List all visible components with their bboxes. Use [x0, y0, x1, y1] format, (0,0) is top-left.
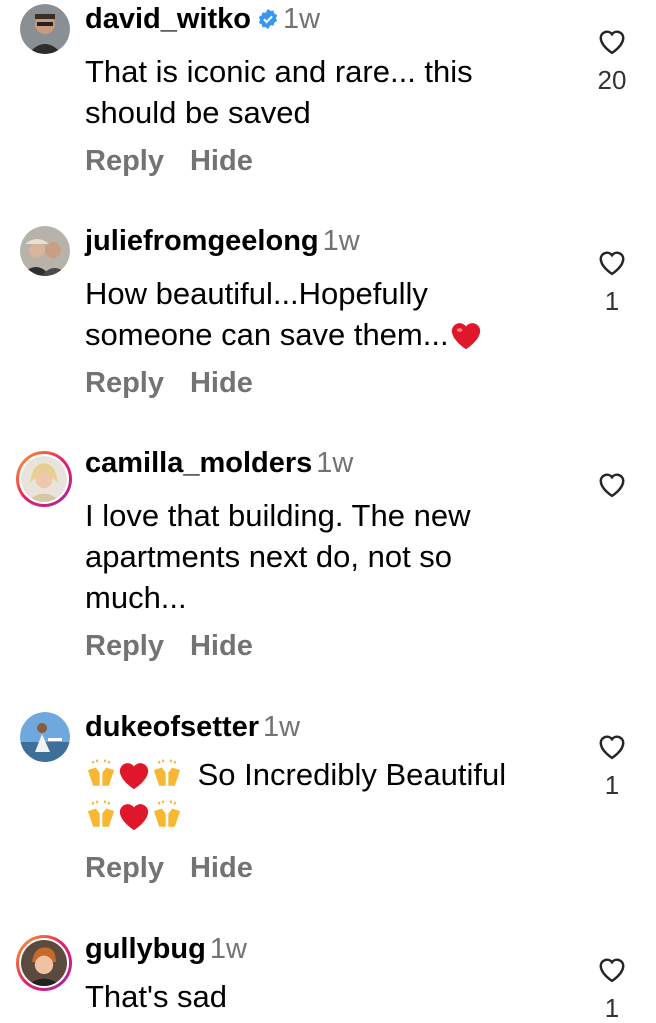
like-count: 1	[604, 286, 620, 316]
comment-actions: Reply Hide	[85, 366, 279, 400]
comment-header: dukeofsetter 1w	[85, 710, 300, 744]
avatar[interactable]	[20, 4, 70, 54]
comment-text: That is iconic and rare... this should b…	[85, 54, 473, 130]
raising-hands-emoji-icon	[153, 759, 181, 786]
like-count: 20	[597, 65, 627, 95]
avatar[interactable]	[16, 451, 72, 507]
comment-header: camilla_molders 1w	[85, 446, 353, 480]
comment-time: 1w	[316, 447, 354, 479]
reply-button[interactable]: Reply	[85, 630, 164, 662]
hide-button[interactable]: Hide	[190, 367, 253, 399]
username[interactable]: camilla_molders	[85, 447, 312, 479]
red-heart-emoji-icon	[451, 323, 480, 350]
heart-outline-icon[interactable]	[597, 248, 627, 276]
red-heart-emoji-icon	[119, 763, 149, 790]
comment-time: 1w	[322, 225, 360, 257]
comment-text-content: How beautiful...Hopefully someone can sa…	[85, 276, 449, 352]
comment-header: david_witko 1w	[85, 2, 320, 36]
comment-actions: Reply Hide	[85, 629, 279, 663]
username[interactable]: gullybug	[85, 933, 206, 965]
raising-hands-emoji-icon	[153, 800, 181, 827]
like-count: 1	[604, 993, 620, 1023]
comment-header: juliefromgeelong 1w	[85, 224, 360, 258]
comment-text: How beautiful...Hopefully someone can sa…	[85, 273, 555, 355]
like-control: 1	[592, 955, 632, 1023]
comment-time: 1w	[209, 933, 247, 965]
hide-button[interactable]: Hide	[190, 630, 253, 662]
like-control: 1	[592, 248, 632, 316]
raising-hands-emoji-icon	[87, 759, 115, 786]
like-control: 1	[592, 732, 632, 800]
reply-button[interactable]: Reply	[85, 852, 164, 884]
comment-actions: Reply Hide	[85, 851, 279, 885]
reply-button[interactable]: Reply	[85, 367, 164, 399]
red-heart-emoji-icon	[119, 804, 149, 831]
verified-badge-icon	[258, 8, 278, 30]
like-control: 20	[592, 27, 632, 95]
raising-hands-emoji-icon	[87, 800, 115, 827]
comment-time: 1w	[263, 711, 301, 743]
username[interactable]: juliefromgeelong	[85, 225, 319, 257]
comment-time: 1w	[283, 3, 321, 35]
avatar[interactable]	[16, 935, 72, 991]
heart-outline-icon[interactable]	[597, 732, 627, 760]
username[interactable]: david_witko	[85, 3, 251, 35]
like-control	[592, 470, 632, 508]
comment-text-content: So Incredibly Beautiful	[197, 757, 507, 792]
hide-button[interactable]: Hide	[190, 145, 253, 177]
comment-actions: Reply Hide	[85, 144, 279, 178]
heart-outline-icon[interactable]	[597, 470, 627, 498]
heart-outline-icon[interactable]	[597, 27, 627, 55]
comment-header: gullybug 1w	[85, 932, 247, 966]
like-count: 1	[604, 770, 620, 800]
username[interactable]: dukeofsetter	[85, 711, 259, 743]
comment-text: That's sad	[85, 979, 228, 1014]
comment-text: So Incredibly Beautiful	[85, 754, 555, 836]
heart-outline-icon[interactable]	[597, 955, 627, 983]
avatar[interactable]	[20, 712, 70, 762]
comment-text: I love that building. The new apartments…	[85, 498, 471, 615]
avatar[interactable]	[20, 226, 70, 276]
reply-button[interactable]: Reply	[85, 145, 164, 177]
hide-button[interactable]: Hide	[190, 852, 253, 884]
